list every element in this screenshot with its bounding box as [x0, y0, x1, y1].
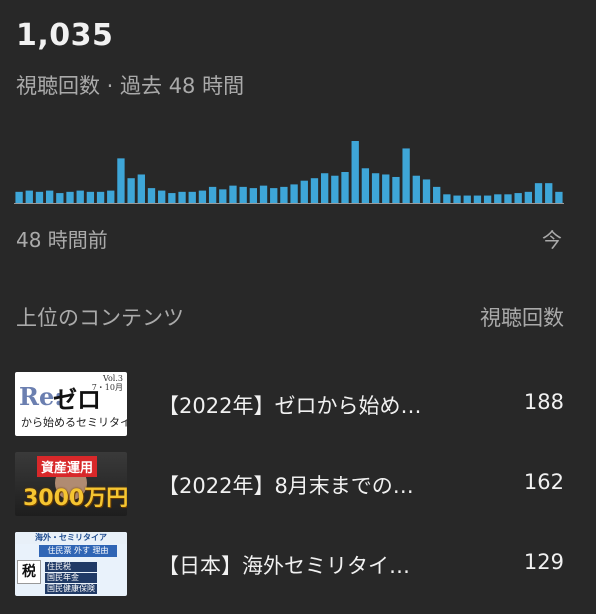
chart-bar — [117, 158, 125, 203]
chart-bar — [158, 190, 166, 203]
chart-bar — [280, 186, 288, 203]
chart-bar — [229, 185, 237, 203]
chart-bar — [473, 195, 482, 203]
chart-bar — [463, 195, 471, 203]
video-views: 129 — [523, 550, 564, 574]
chart-bar — [545, 183, 553, 203]
chart-bar — [300, 180, 308, 203]
chart-bar — [188, 191, 196, 203]
chart-bar — [259, 185, 268, 203]
thumb-vol: Vol.3 7・10月 — [92, 374, 123, 392]
chart-bar — [555, 191, 563, 203]
video-thumbnail[interactable]: Re: ゼロ Vol.37・10月 から始めるセミリタイア生活 — [15, 372, 127, 436]
chart-bar — [422, 179, 431, 203]
thumb-text: 海外・セミリタイア — [15, 532, 127, 544]
content-row[interactable]: Re: ゼロ Vol.37・10月 から始めるセミリタイア生活 【2022年】ゼ… — [0, 372, 596, 452]
chart-bar — [96, 191, 105, 203]
chart-bar — [402, 148, 410, 203]
chart-bar — [351, 141, 359, 203]
chart-bar — [290, 184, 298, 203]
video-title[interactable]: 【日本】海外セミリタイ… — [158, 550, 478, 580]
chart-bar — [107, 190, 115, 203]
top-content-header: 上位のコンテンツ 視聴回数 — [16, 302, 564, 332]
total-views: 1,035 — [16, 18, 114, 53]
chart-bar — [45, 190, 54, 203]
chart-bar — [341, 172, 349, 203]
views-bar-chart — [14, 135, 564, 210]
thumb-text: 資産運用 — [37, 456, 98, 477]
chart-bar — [249, 188, 258, 203]
chart-bar — [239, 186, 247, 203]
axis-start-label: 48 時間前 — [16, 228, 108, 252]
views-column-label: 視聴回数 — [480, 306, 564, 330]
chart-bar — [504, 194, 512, 203]
video-thumbnail[interactable]: 海外・セミリタイア 住民票 外す 理由 税 住民税 国民年金 国民健康保険 — [15, 532, 127, 596]
content-row[interactable]: 海外・セミリタイア 住民票 外す 理由 税 住民税 国民年金 国民健康保険 【日… — [0, 532, 596, 612]
chart-bar — [137, 174, 145, 203]
chart-bar — [66, 191, 74, 203]
thumb-text: 7・10月 — [91, 383, 123, 392]
thumb-text: 国民健康保険 — [45, 584, 97, 594]
thumb-text: 3000万円 — [23, 486, 127, 511]
chart-bar — [382, 174, 390, 203]
chart-bar — [168, 193, 176, 203]
video-views: 162 — [523, 470, 564, 494]
top-content-list: Re: ゼロ Vol.37・10月 から始めるセミリタイア生活 【2022年】ゼ… — [0, 372, 596, 612]
video-title[interactable]: 【2022年】8月末までの… — [158, 470, 478, 500]
thumb-text: 住民税 — [45, 562, 97, 572]
chart-bar — [412, 175, 420, 203]
thumb-text: 住民票 外す 理由 — [39, 545, 117, 557]
video-title[interactable]: 【2022年】ゼロから始め… — [158, 390, 478, 420]
chart-bar — [270, 188, 278, 203]
thumb-text: 税 — [17, 560, 41, 584]
thumb-text: Vol.3 — [102, 374, 123, 383]
chart-bar — [443, 194, 451, 203]
video-thumbnail[interactable]: 資産運用 3000万円 — [15, 452, 127, 516]
chart-bar — [494, 194, 502, 203]
chart-bar — [219, 189, 227, 203]
chart-bar — [208, 186, 217, 203]
chart-bar — [198, 190, 207, 203]
chart-bar — [178, 191, 186, 203]
chart-svg — [14, 141, 564, 204]
chart-bar — [15, 191, 23, 203]
chart-bar — [361, 168, 370, 203]
views-caption: 視聴回数 · 過去 48 時間 — [16, 74, 245, 98]
chart-bar — [25, 190, 33, 203]
chart-bar — [534, 183, 543, 203]
chart-bar — [320, 173, 329, 203]
chart-bar — [514, 193, 522, 203]
chart-bar — [147, 188, 156, 203]
chart-bar — [86, 191, 95, 203]
chart-bar — [310, 178, 319, 203]
axis-end-label: 今 — [542, 228, 562, 252]
chart-bar — [453, 195, 461, 203]
chart-bar — [56, 193, 64, 203]
chart-bar — [76, 190, 84, 203]
thumb-text: 国民年金 — [45, 573, 97, 583]
content-row[interactable]: 資産運用 3000万円 【2022年】8月末までの… 162 — [0, 452, 596, 532]
chart-bar — [524, 191, 533, 203]
chart-bar — [433, 186, 441, 203]
top-content-title: 上位のコンテンツ — [16, 306, 184, 330]
chart-bar — [35, 191, 44, 203]
video-views: 188 — [523, 390, 564, 414]
thumb-lines: 住民税 国民年金 国民健康保険 — [45, 562, 97, 595]
chart-bar — [331, 175, 339, 203]
thumb-text: から始めるセミリタイア生活 — [21, 416, 127, 429]
chart-bar — [127, 178, 135, 203]
chart-bar — [483, 195, 492, 203]
chart-bar — [371, 173, 380, 203]
chart-bar — [392, 176, 400, 203]
